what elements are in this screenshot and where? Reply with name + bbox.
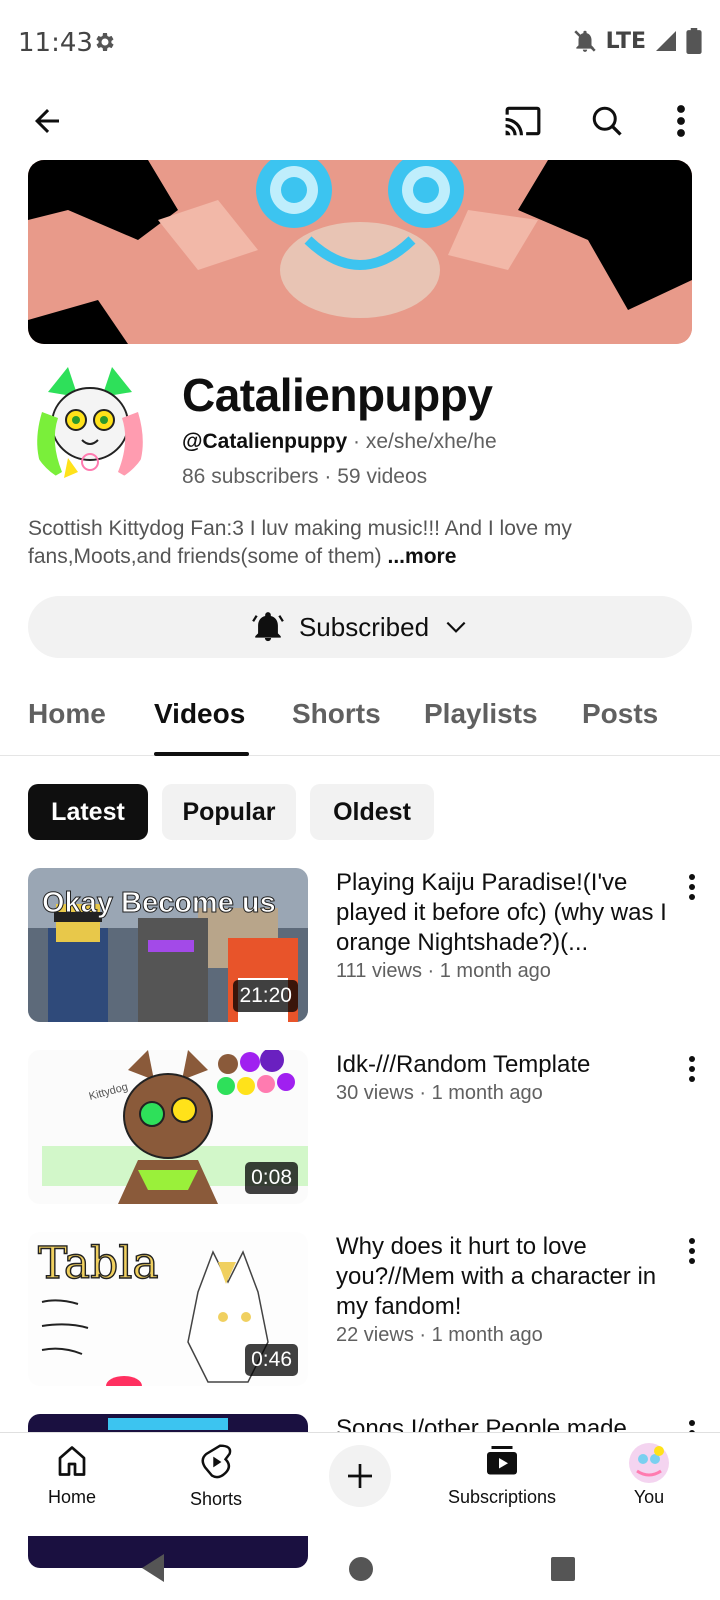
- subscribed-label: Subscribed: [298, 611, 430, 642]
- video-title: Idk-///Random Template: [336, 1051, 591, 1078]
- video-thumbnail[interactable]: Tabla 0:46: [28, 1232, 308, 1386]
- separator-dot: ·: [353, 430, 361, 453]
- more-vert-icon[interactable]: [658, 98, 704, 144]
- nav-home-label: Home: [47, 1487, 96, 1507]
- video-item[interactable]: Okay Become us 21:20 Playing Kaiju Parad…: [0, 868, 720, 1028]
- nav-subscriptions-label: Subscriptions: [447, 1487, 557, 1507]
- channel-handle-row: @Catalienpuppy · xe/she/xhe/he: [182, 430, 497, 454]
- bell-icon: [252, 612, 284, 642]
- more-vert-icon[interactable]: [680, 1236, 704, 1266]
- video-thumbnail[interactable]: Kittydog 0:08: [28, 1050, 308, 1204]
- nav-subscriptions[interactable]: Subscriptions: [446, 1443, 558, 1508]
- channel-avatar[interactable]: [28, 362, 152, 486]
- video-count: 59 videos: [337, 465, 428, 488]
- channel-name: Catalienpuppy: [182, 369, 493, 421]
- video-duration: 0:08: [245, 1162, 298, 1194]
- separator-dot: ·: [324, 465, 332, 488]
- nav-you[interactable]: You: [624, 1443, 674, 1508]
- more-link[interactable]: ...more: [388, 545, 457, 568]
- thumbnail-text: Okay Become us: [42, 887, 276, 919]
- chip-latest[interactable]: Latest: [28, 784, 148, 840]
- gear-icon: [96, 33, 114, 51]
- home-circle-icon[interactable]: [348, 1556, 374, 1582]
- chip-oldest[interactable]: Oldest: [310, 784, 434, 840]
- channel-handle: @Catalienpuppy: [182, 430, 348, 453]
- active-tab-indicator: [154, 752, 249, 756]
- more-vert-icon[interactable]: [680, 872, 704, 902]
- channel-banner: [28, 160, 692, 344]
- video-meta: 30 views · 1 month ago: [336, 1082, 543, 1104]
- search-icon[interactable]: [584, 98, 630, 144]
- video-item[interactable]: Tabla 0:46 Why does it hurt to love you?…: [0, 1232, 720, 1392]
- tab-playlists[interactable]: Playlists: [424, 698, 538, 730]
- video-duration: 0:46: [245, 1344, 298, 1376]
- nav-home[interactable]: Home: [44, 1443, 100, 1508]
- video-title: Why does it hurt to love you?//Mem with …: [336, 1233, 657, 1320]
- back-arrow-icon[interactable]: [24, 98, 70, 144]
- video-item[interactable]: Kittydog 0:08 Idk-///Random Template 30 …: [0, 1050, 720, 1210]
- tab-videos[interactable]: Videos: [154, 698, 245, 730]
- channel-pronouns: xe/she/xhe/he: [365, 430, 497, 453]
- create-button[interactable]: [329, 1445, 391, 1507]
- nav-you-label: You: [633, 1487, 665, 1507]
- video-title-block[interactable]: Playing Kaiju Paradise!(I've played it b…: [336, 868, 676, 984]
- status-time: 11:43: [18, 28, 93, 58]
- back-triangle-icon[interactable]: [138, 1552, 168, 1584]
- description-text: Scottish Kittydog Fan:3 I luv making mus…: [28, 517, 572, 568]
- status-bar: 11:43 LTE: [0, 0, 720, 86]
- video-meta: 22 views · 1 month ago: [336, 1324, 543, 1346]
- subscriptions-icon: [487, 1446, 517, 1475]
- video-thumbnail[interactable]: Okay Become us 21:20: [28, 868, 308, 1022]
- video-duration: 21:20: [233, 980, 298, 1012]
- network-label: LTE: [605, 28, 646, 54]
- subscribed-button[interactable]: Subscribed: [28, 596, 692, 658]
- chip-popular[interactable]: Popular: [162, 784, 296, 840]
- cast-icon[interactable]: [500, 98, 546, 144]
- status-icons: LTE: [572, 28, 702, 54]
- thumbnail-text: Tabla: [38, 1238, 159, 1289]
- subscriber-count: 86 subscribers: [182, 465, 319, 488]
- video-title-block[interactable]: Idk-///Random Template 30 views · 1 mont…: [336, 1050, 676, 1106]
- nav-shorts-label: Shorts: [189, 1489, 243, 1509]
- tab-shorts[interactable]: Shorts: [292, 698, 381, 730]
- signal-icon: [656, 31, 676, 51]
- channel-stats: 86 subscribers · 59 videos: [182, 465, 427, 489]
- chevron-down-icon: [446, 621, 466, 633]
- shorts-icon: [201, 1444, 232, 1479]
- more-vert-icon[interactable]: [680, 1054, 704, 1084]
- tab-home[interactable]: Home: [28, 698, 106, 730]
- video-title-block[interactable]: Why does it hurt to love you?//Mem with …: [336, 1232, 676, 1348]
- home-icon: [58, 1446, 86, 1476]
- banner-artwork: [28, 160, 692, 344]
- channel-tabs: Home Videos Shorts Playlists Posts: [0, 680, 720, 756]
- channel-description[interactable]: Scottish Kittydog Fan:3 I luv making mus…: [28, 515, 692, 571]
- create-plus-icon: [348, 1464, 372, 1488]
- tab-posts[interactable]: Posts: [582, 698, 658, 730]
- recents-square-icon[interactable]: [550, 1556, 576, 1582]
- nav-shorts[interactable]: Shorts: [182, 1443, 250, 1510]
- you-avatar: [629, 1443, 669, 1483]
- notifications-off-icon: [573, 30, 596, 52]
- battery-icon: [686, 28, 702, 54]
- video-title: Playing Kaiju Paradise!(I've played it b…: [336, 869, 667, 956]
- bottom-navigation: Home Shorts Subscriptions You: [0, 1432, 720, 1536]
- system-navigation-bar: [0, 1536, 720, 1600]
- video-meta: 111 views · 1 month ago: [336, 960, 551, 982]
- app-bar: [0, 86, 720, 156]
